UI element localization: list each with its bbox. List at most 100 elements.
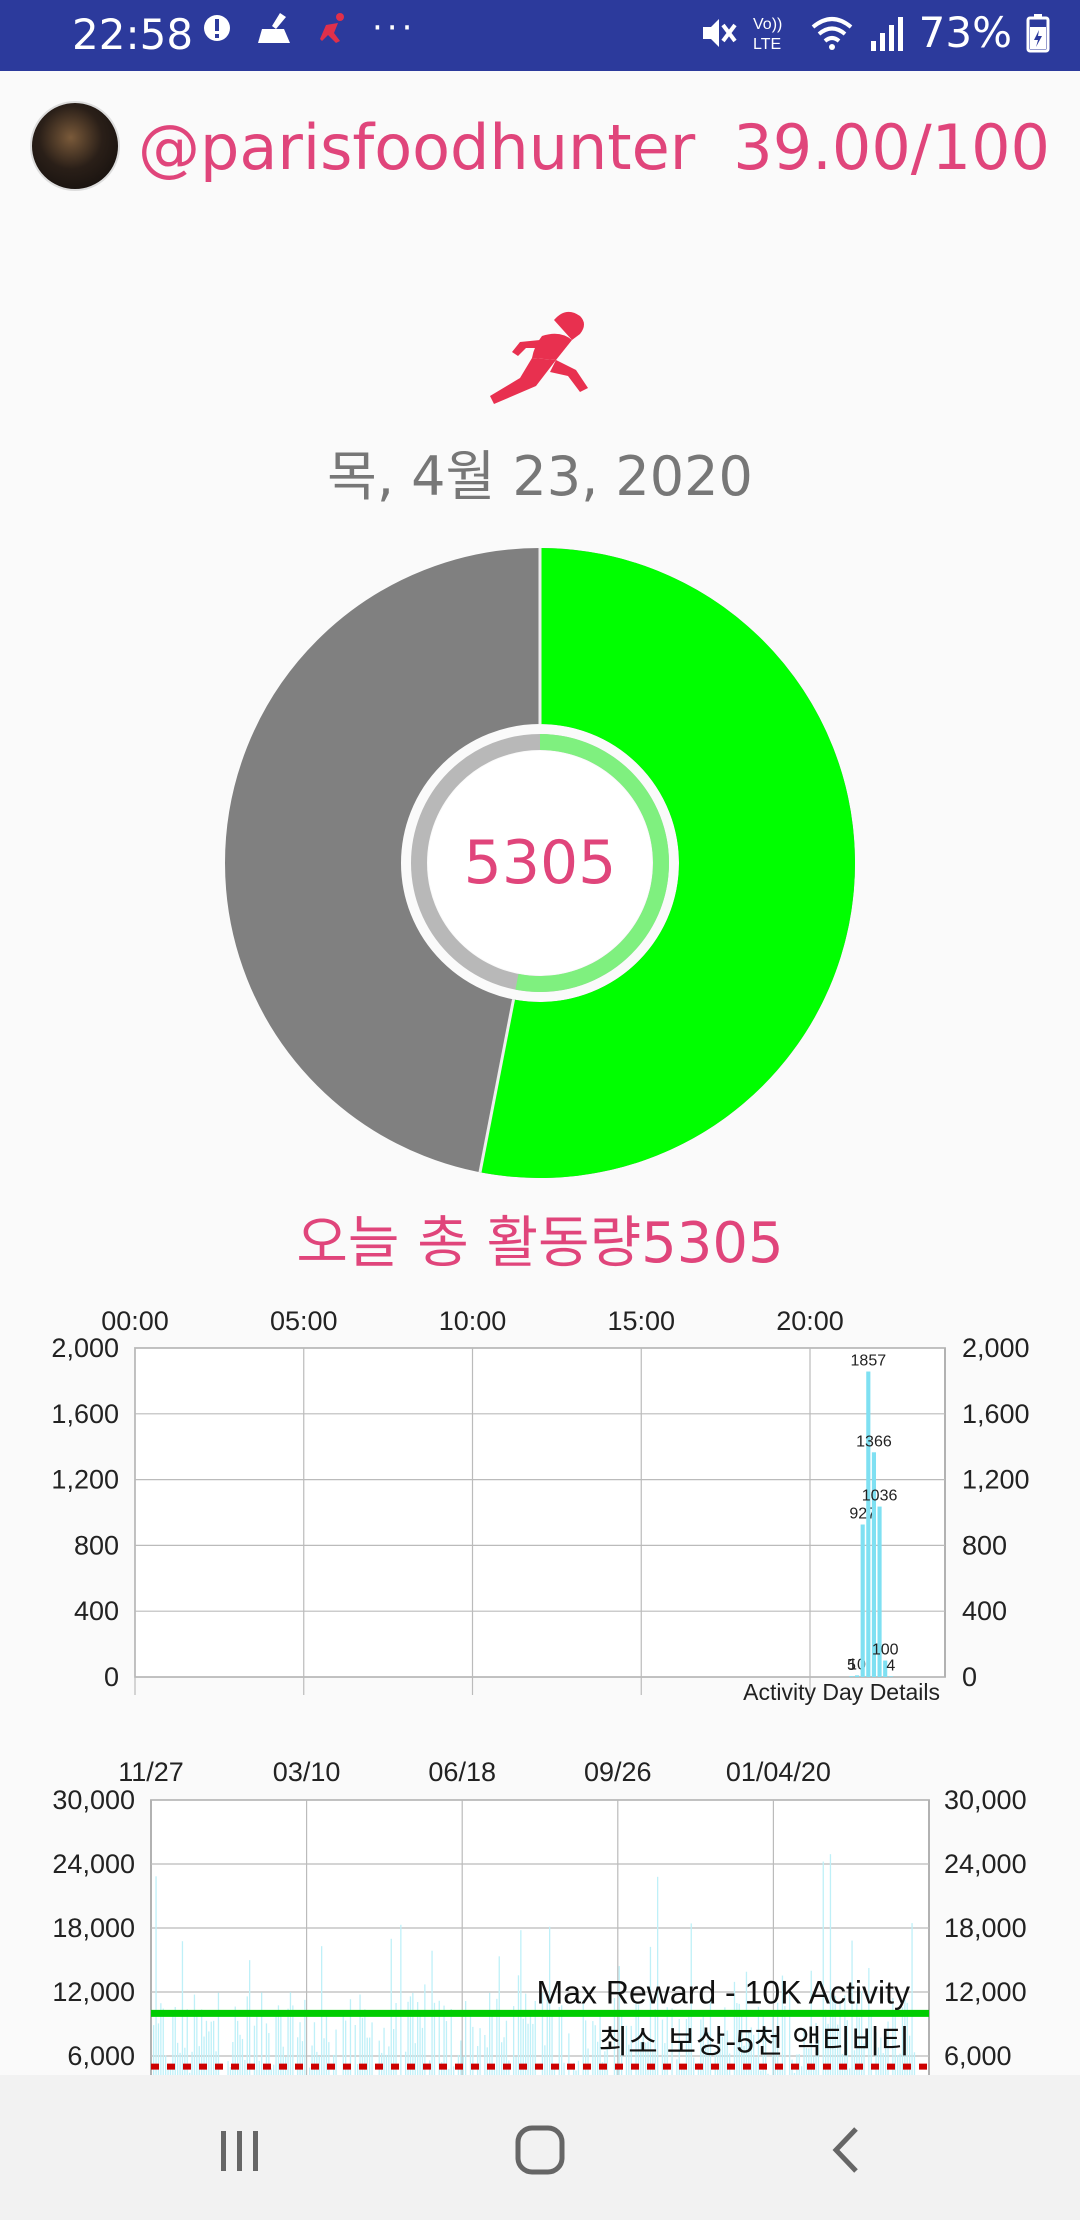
- chart2-bar: [239, 2034, 241, 2075]
- chart1-bar-label: 4: [886, 1657, 895, 1674]
- chart1-bar: [866, 1371, 871, 1677]
- username[interactable]: @parisfoodhunter: [138, 111, 695, 184]
- chart2-y-tick-label-left: 30,000: [52, 1785, 135, 1815]
- avatar[interactable]: [30, 101, 120, 191]
- donut-center-value: 5305: [463, 828, 617, 898]
- chart1-plot-area: [134, 1347, 946, 1678]
- chart2-bar: [198, 2046, 200, 2075]
- chart2-bar: [354, 2025, 356, 2075]
- chart2-bar: [515, 2056, 517, 2075]
- svg-text:Vo)): Vo)): [753, 16, 782, 33]
- chart2-bar: [275, 2010, 277, 2075]
- chart1-x-tick-label: 05:00: [270, 1306, 338, 1336]
- status-time: 22:58: [72, 10, 194, 59]
- chart1-y-tick-label-right: 2,000: [962, 1333, 1030, 1363]
- date-label: 목, 4월 23, 2020: [327, 445, 753, 508]
- chart2-bar: [323, 2038, 325, 2075]
- chart2-bar: [215, 2051, 217, 2075]
- chart2-x-tick-label: 11/27: [118, 1757, 184, 1787]
- home-icon: [515, 2125, 565, 2175]
- chart2-bar: [256, 2010, 258, 2075]
- chart1-bar: [855, 1675, 860, 1677]
- chart2-bar: [450, 2008, 452, 2075]
- chart2-bar: [244, 2059, 246, 2075]
- runner-icon: [490, 311, 588, 404]
- chart2-bar: [385, 2054, 388, 2075]
- chart2-bar: [311, 2045, 313, 2075]
- chart1-x-tick-label: 10:00: [439, 1306, 507, 1336]
- chart2-bar: [412, 1992, 414, 2075]
- chart2-y-tick-label-right: 6,000: [944, 2041, 1012, 2071]
- chart2-bar: [453, 2066, 455, 2075]
- chart1-bar: [860, 1524, 865, 1677]
- app-screen: 22:58 ··· Vo)) LTE 73% @parisfoodhunter 3…: [0, 0, 1080, 2220]
- chart2-bar: [258, 2060, 260, 2075]
- chart2-bar: [421, 2027, 424, 2075]
- chart1-y-tick-labels-left: 2,000 1,600 1,200 800 400 0: [51, 1333, 119, 1692]
- chart2-bar: [261, 1992, 263, 2075]
- chart2-bar: [419, 2012, 421, 2075]
- back-button[interactable]: [806, 2120, 886, 2180]
- recent-apps-icon: [221, 2131, 258, 2171]
- more-icon: ···: [372, 8, 417, 48]
- home-button[interactable]: [500, 2120, 580, 2180]
- chart2-bar: [489, 1992, 491, 2075]
- chart1-y-tick-label-left: 400: [74, 1596, 119, 1626]
- chart2-y-tick-label-right: 24,000: [944, 1849, 1027, 1879]
- chart2-bar: [335, 2029, 337, 2075]
- chart2-bar: [162, 2008, 164, 2075]
- profile-header: @parisfoodhunter 39.00/100: [0, 71, 1080, 221]
- chart2-bar: [309, 2067, 311, 2075]
- chart2-bar: [477, 2046, 479, 2075]
- runner-small-icon: [320, 13, 344, 43]
- chart1-x-tick-label: 00:00: [101, 1306, 169, 1336]
- chart2-y-tick-labels-right: 30,000 24,000 18,000 12,000 6,000: [944, 1785, 1027, 2071]
- chart2-bar: [316, 2051, 318, 2075]
- chart2-reference-line-label: Max Reward - 10K Activity: [537, 1974, 910, 2010]
- chart2-x-tick-label: 09/26: [584, 1757, 652, 1787]
- chart2-bar: [325, 2011, 328, 2075]
- chart2-bar: [232, 2041, 234, 2075]
- chart2-y-tick-label-right: 12,000: [944, 1977, 1027, 2007]
- chart2-bar: [289, 1992, 292, 2075]
- cleaner-icon: [258, 13, 290, 43]
- chart2-bar: [328, 2042, 330, 2075]
- chart2-bar: [191, 2051, 193, 2075]
- chart2-bar: [249, 1960, 251, 2075]
- chart1-y-tick-label-right: 1,200: [962, 1465, 1030, 1495]
- chart2-bar: [246, 1996, 248, 2075]
- chart1-x-tick-label: 15:00: [607, 1306, 675, 1336]
- chart2-bar: [359, 1994, 361, 2075]
- chart1-bar-label: 1366: [856, 1433, 892, 1450]
- chart2-bar: [755, 2057, 757, 2075]
- chart2-bar: [460, 2040, 462, 2075]
- chart2-y-tick-label-right: 30,000: [944, 1785, 1027, 1815]
- chart2-bar: [369, 2037, 371, 2075]
- chart2-bar: [217, 1992, 220, 2075]
- chart2-y-tick-label-left: 6,000: [67, 2041, 135, 2071]
- total-activity-label: 오늘 총 활동량5305: [296, 1211, 784, 1276]
- chart2-bar: [165, 2055, 167, 2075]
- chart1-x-tick-labels: 00:00 05:00 10:00 15:00 20:00: [101, 1306, 844, 1336]
- battery-icon: [1026, 13, 1050, 52]
- chart2-bar: [676, 2059, 678, 2075]
- chart2-bar: [196, 2015, 198, 2075]
- chart1-y-tick-label-left: 0: [104, 1662, 119, 1692]
- mute-icon: [702, 18, 737, 47]
- chart2-bar: [486, 2047, 488, 2075]
- chart2-bar: [388, 2046, 390, 2075]
- chart2-bar: [213, 2020, 215, 2075]
- chart2-bar: [529, 2011, 532, 2075]
- chart2-bar: [587, 2048, 589, 2075]
- chart2-bar: [400, 1924, 402, 2075]
- chart2-bar: [525, 1993, 527, 2075]
- recent-apps-button[interactable]: [200, 2120, 280, 2180]
- chart2-x-tick-label: 06/18: [428, 1757, 496, 1787]
- chart2-bar: [181, 1941, 184, 2075]
- chart2-bar: [532, 2023, 534, 2075]
- chart2-bar: [273, 2064, 275, 2075]
- chart2-x-tick-label: 03/10: [273, 1757, 341, 1787]
- chart2-bar: [184, 2047, 186, 2075]
- svg-text:LTE: LTE: [753, 36, 781, 53]
- chart1-y-tick-label-left: 1,600: [51, 1399, 119, 1429]
